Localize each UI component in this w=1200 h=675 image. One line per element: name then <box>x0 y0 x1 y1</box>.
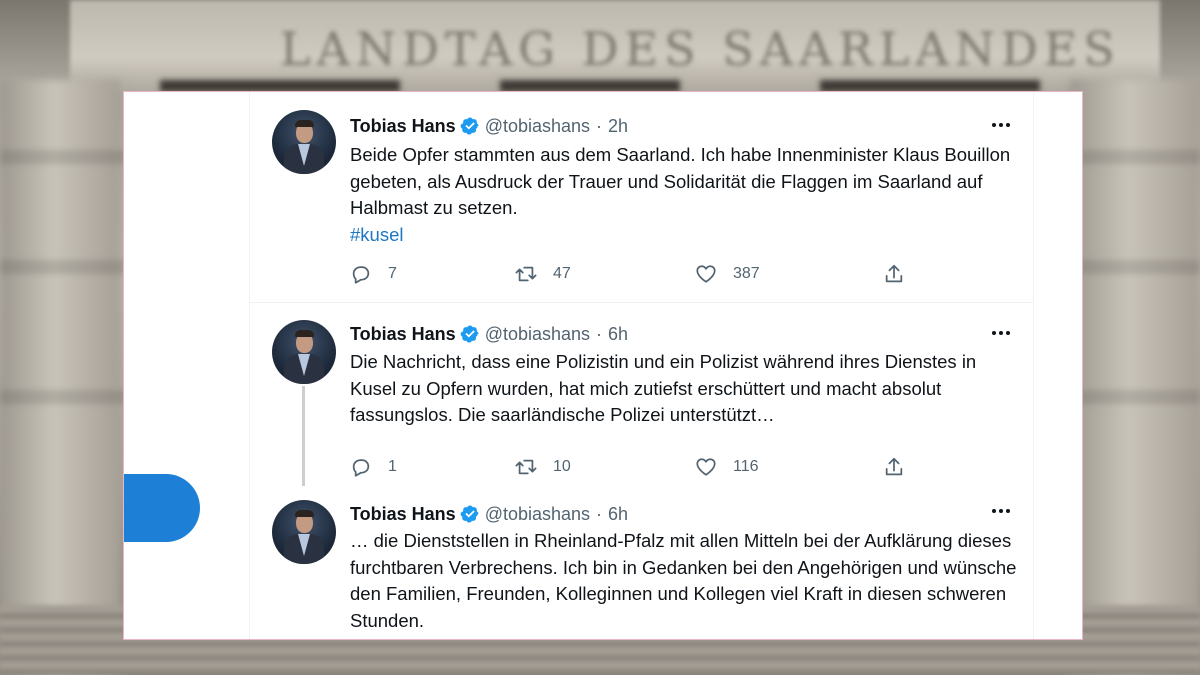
timeline: Tobias Hans @tobiashans · 2h Beide Opfer… <box>249 92 1034 639</box>
retweet-icon <box>515 459 537 475</box>
building-inscription: LANDTAG DES SAARLANDES <box>280 22 1121 76</box>
tweet-text-content: Beide Opfer stammten aus dem Saarland. I… <box>350 144 1011 218</box>
thread-connector <box>302 386 305 486</box>
share-button[interactable] <box>883 263 905 285</box>
separator-dot: · <box>596 503 603 524</box>
avatar[interactable] <box>272 320 336 384</box>
verified-badge-icon <box>460 505 479 523</box>
column-left <box>0 80 120 675</box>
twitter-screenshot: Tobias Hans @tobiashans · 2h Beide Opfer… <box>123 91 1083 640</box>
tweet-actions: 7 47 387 <box>350 263 910 287</box>
hashtag-link[interactable]: #kusel <box>350 222 1020 249</box>
author-name[interactable]: Tobias Hans <box>350 116 456 137</box>
tweet-text: Die Nachricht, dass eine Polizistin und … <box>350 349 1020 429</box>
more-options-icon[interactable] <box>989 113 1013 137</box>
retweet-icon <box>515 266 537 282</box>
tweet-time[interactable]: 6h <box>608 504 628 525</box>
separator-dot: · <box>596 323 603 344</box>
share-icon <box>885 264 903 283</box>
tweet[interactable]: Tobias Hans @tobiashans · 2h Beide Opfer… <box>250 92 1033 303</box>
avatar[interactable] <box>272 500 336 564</box>
tweet-text-content: … die Dienststellen in Rheinland-Pfalz m… <box>350 530 1017 631</box>
tweet-time[interactable]: 6h <box>608 324 628 345</box>
tweet-actions: 1 10 116 <box>350 456 910 480</box>
retweet-button[interactable]: 47 <box>515 263 571 285</box>
retweet-button[interactable]: 10 <box>515 456 571 478</box>
author-handle[interactable]: @tobiashans <box>485 504 590 525</box>
column-right <box>1070 80 1200 675</box>
verified-badge-icon <box>460 325 479 343</box>
verified-badge-icon <box>460 117 479 135</box>
reply-count: 1 <box>388 458 397 475</box>
retweet-count: 47 <box>553 265 571 282</box>
author-name[interactable]: Tobias Hans <box>350 324 456 345</box>
avatar[interactable] <box>272 110 336 174</box>
author-handle[interactable]: @tobiashans <box>485 116 590 137</box>
tweet[interactable]: Tobias Hans @tobiashans · 6h Die Nachric… <box>250 303 1033 489</box>
tweet-header: Tobias Hans @tobiashans · 6h <box>350 322 628 346</box>
tweet-text-content: Die Nachricht, dass eine Polizistin und … <box>350 351 977 425</box>
like-button[interactable]: 387 <box>695 263 760 285</box>
separator-dot: · <box>596 115 603 136</box>
reply-count: 7 <box>388 265 397 282</box>
reply-icon <box>352 459 370 477</box>
author-handle[interactable]: @tobiashans <box>485 324 590 345</box>
more-options-icon[interactable] <box>989 499 1013 523</box>
more-options-icon[interactable] <box>989 321 1013 345</box>
author-name[interactable]: Tobias Hans <box>350 504 456 525</box>
tweet-text: … die Dienststellen in Rheinland-Pfalz m… <box>350 528 1020 634</box>
share-icon <box>885 457 903 476</box>
tweet[interactable]: Tobias Hans @tobiashans · 6h … die Diens… <box>250 489 1033 639</box>
like-count: 387 <box>733 265 760 282</box>
reply-button[interactable]: 1 <box>350 456 397 478</box>
tweet-time[interactable]: 2h <box>608 116 628 137</box>
heart-icon <box>696 458 716 476</box>
tweet-text: Beide Opfer stammten aus dem Saarland. I… <box>350 142 1020 248</box>
reply-icon <box>352 266 370 284</box>
tweet-button[interactable] <box>124 474 200 542</box>
share-button[interactable] <box>883 456 905 478</box>
left-sidebar <box>124 92 249 639</box>
like-button[interactable]: 116 <box>695 456 759 478</box>
tweet-header: Tobias Hans @tobiashans · 6h <box>350 502 628 526</box>
reply-button[interactable]: 7 <box>350 263 397 285</box>
retweet-count: 10 <box>553 458 571 475</box>
heart-icon <box>696 265 716 283</box>
like-count: 116 <box>733 458 759 475</box>
tweet-header: Tobias Hans @tobiashans · 2h <box>350 114 628 138</box>
